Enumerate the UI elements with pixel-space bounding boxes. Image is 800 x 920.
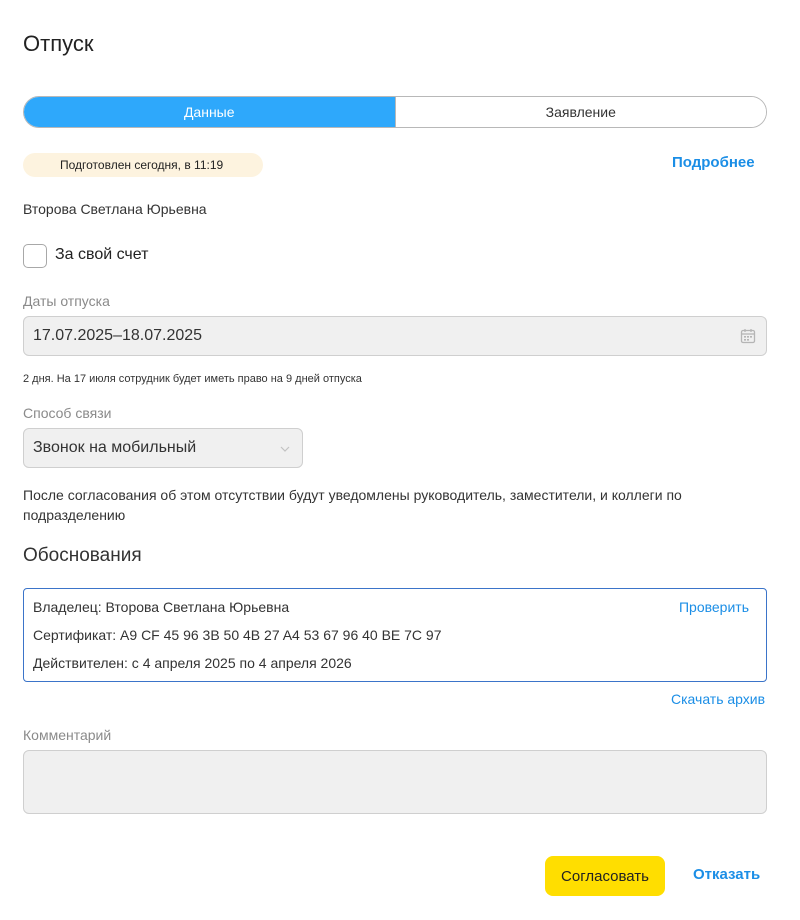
vacation-dates-value: 17.07.2025–18.07.2025 <box>33 327 203 344</box>
chevron-down-icon <box>280 446 290 452</box>
details-link[interactable]: Подробнее <box>672 154 755 171</box>
certificate-serial: Сертификат: A9 CF 45 96 3B 50 4B 27 A4 5… <box>33 627 442 643</box>
certificate-validity: Действителен: с 4 апреля 2025 по 4 апрел… <box>33 655 352 671</box>
verify-link[interactable]: Проверить <box>679 599 749 615</box>
own-expense-checkbox[interactable] <box>23 244 47 268</box>
contact-method-select[interactable]: Звонок на мобильный <box>23 428 303 468</box>
own-expense-label[interactable]: За свой счет <box>55 246 148 264</box>
calendar-icon[interactable] <box>740 328 756 344</box>
contact-method-value: Звонок на мобильный <box>33 439 197 456</box>
contact-method-label: Способ связи <box>23 405 112 421</box>
notification-notice: После согласования об этом отсутствии бу… <box>23 487 682 523</box>
vacation-dates-label: Даты отпуска <box>23 293 110 309</box>
certificate-owner: Владелец: Второва Светлана Юрьевна <box>33 599 290 615</box>
employee-name: Второва Светлана Юрьевна <box>23 201 207 217</box>
status-badge: Подготовлен сегодня, в 11:19 <box>23 153 263 177</box>
page-title: Отпуск <box>23 31 94 56</box>
vacation-hint: 2 дня. На 17 июля сотрудник будет иметь … <box>23 373 362 385</box>
certificate-box: Владелец: Второва Светлана Юрьевна Прове… <box>23 588 767 682</box>
reject-button[interactable]: Отказать <box>693 866 760 883</box>
comment-input[interactable] <box>23 750 767 814</box>
tab-application[interactable]: Заявление <box>394 97 766 127</box>
download-archive-link[interactable]: Скачать архив <box>671 691 765 707</box>
tab-data[interactable]: Данные <box>24 97 395 127</box>
comment-label: Комментарий <box>23 727 112 743</box>
justification-title: Обоснования <box>23 545 142 566</box>
tab-bar: Данные Заявление <box>23 96 767 128</box>
vacation-dates-input[interactable]: 17.07.2025–18.07.2025 <box>23 316 767 356</box>
approve-button[interactable]: Согласовать <box>545 856 665 896</box>
vacation-request-page: Отпуск Данные Заявление Подготовлен сего… <box>0 0 800 920</box>
